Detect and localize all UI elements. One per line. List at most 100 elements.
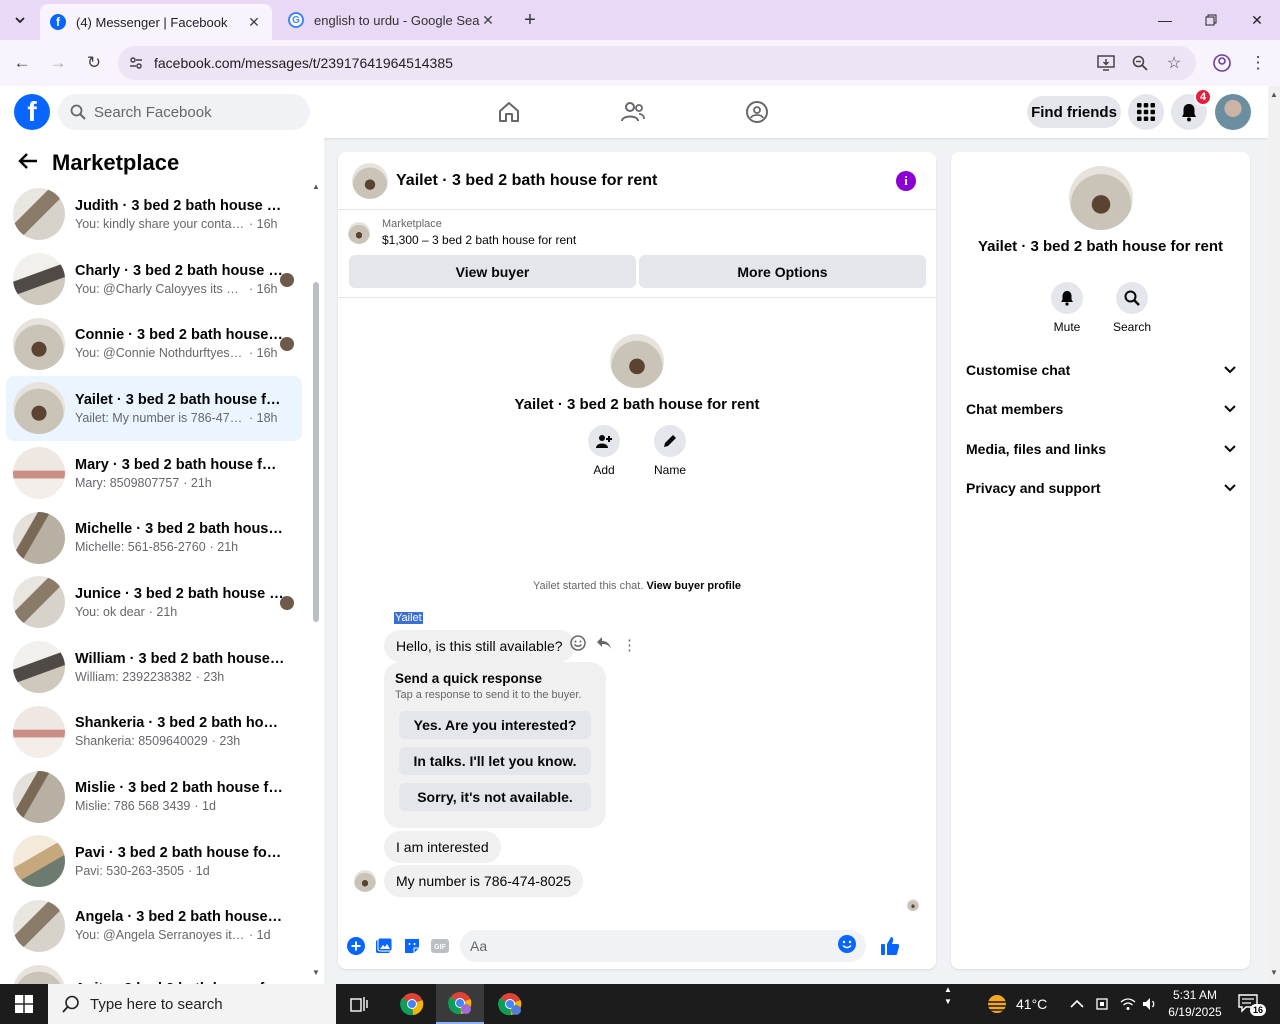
wifi-icon[interactable] (1120, 984, 1136, 1024)
conversation-item[interactable]: Judith · 3 bed 2 bath house for r... You:… (6, 182, 302, 247)
taskbar-search[interactable]: Type here to search (48, 984, 336, 1024)
clock[interactable]: 5:31 AM 6/19/2025 (1162, 987, 1228, 1021)
sender-avatar[interactable] (354, 870, 376, 892)
quick-response-button[interactable]: Sorry, it's not available. (399, 783, 591, 811)
new-tab-button[interactable]: + (518, 8, 542, 32)
install-app-icon[interactable] (1096, 53, 1116, 73)
conversation-item[interactable]: Michelle · 3 bed 2 bath house fo... Miche… (6, 505, 302, 570)
close-tab-icon[interactable]: ✕ (480, 12, 496, 29)
add-people-button[interactable]: Add (586, 425, 622, 477)
meet-now-icon[interactable] (1096, 984, 1110, 1024)
privacy-support-section[interactable]: Privacy and support (966, 476, 1236, 500)
chat-avatar[interactable] (352, 162, 388, 199)
sticker-icon[interactable] (402, 936, 422, 956)
conversation-item[interactable]: Angela · 3 bed 2 bath house for ... You: … (6, 894, 302, 959)
message-bubble[interactable]: I am interested (384, 831, 501, 863)
info-icon[interactable]: i (896, 170, 916, 191)
view-buyer-profile-link[interactable]: View buyer profile (646, 580, 741, 592)
conversation-item[interactable]: Anita · 3 bed 2 bath house for... (6, 958, 302, 984)
forward-button[interactable]: → (46, 51, 70, 75)
mute-button[interactable]: Mute (1042, 282, 1092, 334)
message-input[interactable] (470, 938, 838, 954)
chevron-up-icon[interactable]: ▲ (944, 984, 952, 996)
tab-search-button[interactable] (8, 8, 32, 32)
chat-members-section[interactable]: Chat members (966, 397, 1236, 421)
search-input[interactable] (94, 103, 294, 121)
more-icon[interactable]: ⋮ (622, 636, 637, 654)
last-message: You: @Charly Caloyyes its avail... (75, 281, 245, 296)
hidden-icons-button[interactable] (1070, 984, 1084, 1024)
scroll-down-arrow-icon[interactable]: ▼ (1270, 968, 1278, 977)
name-chat-button[interactable]: Name (652, 425, 688, 477)
friends-nav[interactable] (619, 98, 647, 126)
plus-icon[interactable] (346, 936, 366, 956)
volume-icon[interactable] (1142, 984, 1158, 1024)
restore-button[interactable] (1188, 0, 1234, 40)
facebook-logo[interactable]: f (14, 94, 50, 130)
reply-icon[interactable] (596, 636, 612, 654)
listing-summary[interactable]: Marketplace $1,300 – 3 bed 2 bath house … (348, 218, 576, 247)
scroll-up-arrow-icon[interactable]: ▲ (312, 182, 320, 191)
profile-icon[interactable] (1210, 51, 1234, 75)
back-arrow-icon[interactable] (18, 150, 42, 176)
home-nav[interactable] (495, 98, 523, 126)
facebook-search[interactable] (58, 94, 310, 130)
task-view-button[interactable] (336, 984, 384, 1024)
groups-nav[interactable] (743, 98, 771, 126)
find-friends-button[interactable]: Find friends (1027, 96, 1121, 128)
chrome-profile-app-2[interactable] (486, 984, 534, 1024)
view-buyer-button[interactable]: View buyer (349, 255, 636, 288)
conversation-item[interactable]: Yailet · 3 bed 2 bath house for r... Yail… (6, 376, 302, 441)
chrome-profile-app[interactable] (436, 984, 484, 1024)
chevron-down-icon[interactable]: ▼ (944, 996, 952, 1008)
customise-chat-section[interactable]: Customise chat (966, 358, 1236, 382)
browser-menu-icon[interactable]: ⋮ (1246, 51, 1270, 75)
message-input-field[interactable] (460, 930, 866, 962)
emoji-icon[interactable] (838, 934, 856, 958)
conversation-item[interactable]: Mary · 3 bed 2 bath house for r... Mary: … (6, 441, 302, 506)
chat-title[interactable]: Yailet · 3 bed 2 bath house for rent (396, 172, 896, 190)
chrome-app[interactable] (388, 984, 436, 1024)
scroll-down-arrow-icon[interactable]: ▼ (312, 968, 320, 977)
conversation-item[interactable]: Shankeria · 3 bed 2 bath house f... Shank… (6, 700, 302, 765)
taskbar-scroll[interactable]: ▲ ▼ (944, 984, 952, 1024)
minimize-button[interactable]: — (1142, 0, 1188, 40)
close-window-button[interactable]: ✕ (1234, 0, 1280, 40)
conversation-item[interactable]: Connie · 3 bed 2 bath house f... You: @Co… (6, 311, 302, 376)
menu-button[interactable] (1128, 94, 1164, 130)
page-scrollbar[interactable]: ▲ ▼ (1268, 86, 1280, 984)
photo-icon[interactable] (374, 936, 394, 956)
notification-center-button[interactable]: 16 (1238, 984, 1267, 1024)
scroll-up-arrow-icon[interactable]: ▲ (1270, 90, 1278, 99)
zoom-icon[interactable] (1130, 53, 1150, 73)
message-bubble[interactable]: My number is 786-474-8025 (384, 865, 584, 897)
media-files-links-section[interactable]: Media, files and links (966, 437, 1236, 461)
message-bubble[interactable]: Hello, is this still available? (384, 630, 575, 662)
tab-messenger[interactable]: f (4) Messenger | Facebook ✕ (40, 4, 272, 40)
start-button[interactable] (0, 984, 48, 1024)
conversation-item[interactable]: William · 3 bed 2 bath house for... Willi… (6, 635, 302, 700)
more-options-button[interactable]: More Options (639, 255, 926, 288)
scrollbar-thumb[interactable] (313, 282, 319, 622)
weather-widget[interactable]: 41°C (984, 984, 1047, 1024)
gif-icon[interactable]: GIF (430, 936, 450, 956)
search-in-chat-button[interactable]: Search (1107, 282, 1157, 334)
omnibox[interactable]: facebook.com/messages/t/2391764196451438… (118, 46, 1196, 80)
site-settings-icon[interactable] (118, 55, 154, 71)
close-tab-icon[interactable]: ✕ (246, 14, 262, 31)
react-emoji-icon[interactable] (570, 635, 586, 655)
tab-google-search[interactable]: G english to urdu - Google Search ✕ (278, 4, 506, 36)
bookmark-star-icon[interactable]: ☆ (1164, 53, 1184, 73)
quick-response-button[interactable]: In talks. I'll let you know. (399, 747, 591, 775)
account-avatar[interactable] (1215, 94, 1251, 130)
conversation-scrollbar[interactable]: ▲ ▼ (312, 182, 320, 984)
conversation-item[interactable]: Mislie · 3 bed 2 bath house for r... Misl… (6, 764, 302, 829)
conversation-item[interactable]: Charly · 3 bed 2 bath house f... You: @Ch… (6, 247, 302, 312)
conversation-item[interactable]: Pavi · 3 bed 2 bath house for rent Pavi: … (6, 829, 302, 894)
conversation-item[interactable]: Junice · 3 bed 2 bath house f... You: ok … (6, 570, 302, 635)
conversation-name: William · 3 bed 2 bath house for... (75, 650, 285, 667)
reload-button[interactable]: ↻ (82, 51, 106, 75)
quick-response-button[interactable]: Yes. Are you interested? (399, 711, 591, 739)
back-button[interactable]: ← (10, 51, 34, 75)
like-thumbs-up-icon[interactable] (880, 936, 900, 956)
